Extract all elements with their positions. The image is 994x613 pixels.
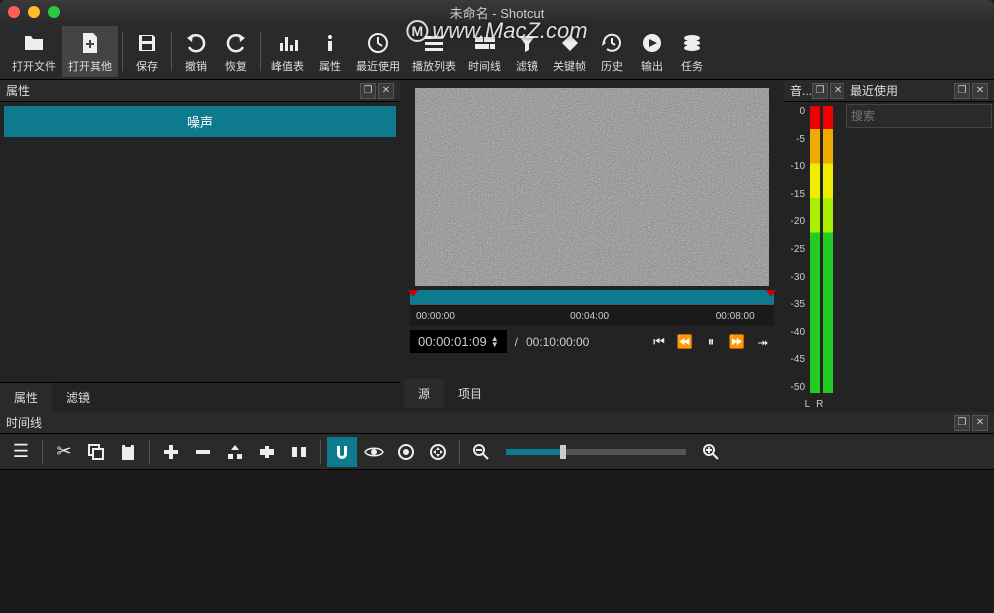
timeline-toolbar: ☰ ✂ (0, 434, 994, 470)
timeline-menu-button[interactable]: ☰ (6, 437, 36, 467)
remove-button[interactable] (188, 437, 218, 467)
playlist-button[interactable]: 播放列表 (406, 26, 462, 77)
jobs-button[interactable]: 任务 (672, 26, 712, 77)
keyframe-icon (556, 29, 584, 57)
meter-scale: 0-5-10 -15-20-25 -30-35-40 -45-50 (786, 106, 808, 393)
zoom-out-button[interactable] (466, 437, 496, 467)
info-icon (316, 29, 344, 57)
redo-icon (222, 29, 250, 57)
export-button[interactable]: 输出 (632, 26, 672, 77)
minimize-window-button[interactable] (28, 6, 40, 18)
timeline-panel: 时间线 ❐ ✕ ☰ ✂ (0, 412, 994, 610)
skip-next-button[interactable]: ⯮ (752, 331, 774, 353)
undo-icon (182, 29, 210, 57)
noise-image (415, 88, 769, 286)
close-window-button[interactable] (8, 6, 20, 18)
window-controls (8, 6, 60, 18)
in-point-marker[interactable] (408, 290, 418, 297)
history-icon (598, 29, 626, 57)
timecode-stepper-icon[interactable]: ▲▼ (491, 336, 499, 348)
meter-bar-left (810, 106, 820, 393)
meter-label-l: L (805, 399, 811, 410)
tab-properties[interactable]: 属性 (0, 383, 52, 412)
peak-meter-button[interactable]: 峰值表 (265, 26, 310, 77)
timeline-button[interactable]: 时间线 (462, 26, 507, 77)
recent-search-input[interactable] (846, 104, 992, 128)
ripple-all-button[interactable] (423, 437, 453, 467)
rewind-button[interactable]: ⏪ (674, 331, 696, 353)
meter-label-r: R (816, 399, 823, 410)
panel-close-button[interactable]: ✕ (378, 83, 394, 99)
open-file-button[interactable]: 打开文件 (6, 26, 62, 77)
export-icon (638, 29, 666, 57)
zoom-in-button[interactable] (696, 437, 726, 467)
folder-icon (20, 29, 48, 57)
split-button[interactable] (284, 437, 314, 467)
timeline-panel-title: 时间线 (6, 414, 42, 431)
recent-panel: 最近使用 ❐ ✕ (844, 80, 994, 412)
recent-button[interactable]: 最近使用 (350, 26, 406, 77)
window-title: 未命名 - Shotcut (450, 3, 545, 22)
snap-button[interactable] (327, 437, 357, 467)
properties-panel-title: 属性 (6, 82, 30, 99)
filters-button[interactable]: 滤镜 (507, 26, 547, 77)
scrub-button[interactable] (359, 437, 389, 467)
document-plus-icon (76, 29, 104, 57)
clock-icon (364, 29, 392, 57)
clip-name-header[interactable]: 噪声 (4, 106, 396, 137)
save-icon (133, 29, 161, 57)
zoom-slider[interactable] (506, 449, 686, 455)
duration-display: 00:10:00:00 (526, 335, 589, 349)
video-preview[interactable] (415, 88, 769, 286)
tab-project[interactable]: 项目 (444, 379, 496, 408)
properties-content (0, 141, 400, 382)
keyframes-button[interactable]: 关键帧 (547, 26, 592, 77)
list-icon (420, 29, 448, 57)
properties-button[interactable]: 属性 (310, 26, 350, 77)
timeline-tracks-area[interactable] (0, 470, 994, 610)
panel-float-button[interactable]: ❐ (812, 83, 828, 99)
tab-filters[interactable]: 滤镜 (52, 383, 104, 412)
scrubber-bar[interactable] (410, 290, 774, 304)
panel-close-button[interactable]: ✕ (972, 415, 988, 431)
stack-icon (678, 29, 706, 57)
properties-panel: 属性 ❐ ✕ 噪声 属性 滤镜 (0, 80, 400, 412)
copy-button[interactable] (81, 437, 111, 467)
lift-button[interactable] (220, 437, 250, 467)
audio-panel-title: 音... (790, 82, 812, 99)
timecode-display[interactable]: 00:00:01:09 ▲▼ (410, 330, 507, 353)
play-pause-button[interactable]: ⏸ (700, 331, 722, 353)
main-toolbar: 打开文件 打开其他 保存 撤销 恢复 峰值表 属性 最近使用 播放列表 时间线 … (0, 24, 994, 80)
recent-panel-title: 最近使用 (850, 82, 898, 99)
panel-float-button[interactable]: ❐ (954, 415, 970, 431)
skip-previous-button[interactable]: ⏮ (648, 331, 670, 353)
audio-meter-panel: 音... ❐ ✕ 0-5-10 -15-20-25 -30-35-40 -45-… (784, 80, 844, 412)
equalizer-icon (274, 29, 302, 57)
meter-bar-right (823, 106, 833, 393)
panel-close-button[interactable]: ✕ (972, 83, 988, 99)
undo-button[interactable]: 撤销 (176, 26, 216, 77)
overwrite-button[interactable] (252, 437, 282, 467)
player-panel: 00:00:00 00:04:00 00:08:00 00:00:01:09 ▲… (400, 80, 784, 412)
ripple-button[interactable] (391, 437, 421, 467)
redo-button[interactable]: 恢复 (216, 26, 256, 77)
maximize-window-button[interactable] (48, 6, 60, 18)
panel-float-button[interactable]: ❐ (360, 83, 376, 99)
title-bar: 未命名 - Shotcut (0, 0, 994, 24)
tab-source[interactable]: 源 (404, 379, 444, 408)
panel-float-button[interactable]: ❐ (954, 83, 970, 99)
timeline-icon (471, 29, 499, 57)
time-ruler[interactable]: 00:00:00 00:04:00 00:08:00 (410, 304, 774, 326)
cut-button[interactable]: ✂ (49, 437, 79, 467)
paste-button[interactable] (113, 437, 143, 467)
open-other-button[interactable]: 打开其他 (62, 26, 118, 77)
fast-forward-button[interactable]: ⏩ (726, 331, 748, 353)
append-button[interactable] (156, 437, 186, 467)
save-button[interactable]: 保存 (127, 26, 167, 77)
out-point-marker[interactable] (766, 290, 776, 297)
history-button[interactable]: 历史 (592, 26, 632, 77)
filter-icon (513, 29, 541, 57)
